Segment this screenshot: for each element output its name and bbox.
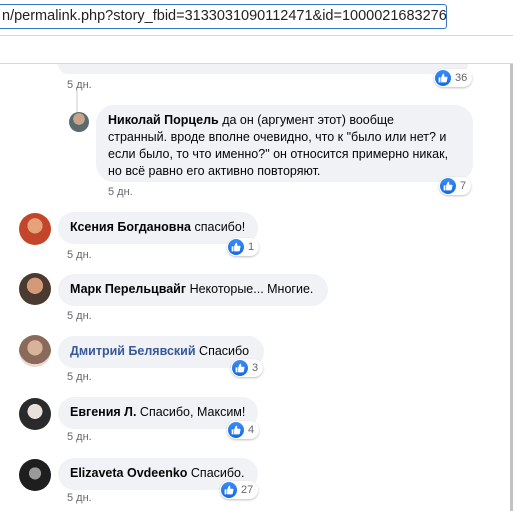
comment-reactions[interactable]: 4	[227, 421, 260, 439]
reply-bubble: Николай Порцель да он (аргумент этот) во…	[96, 105, 473, 182]
reply-time[interactable]: 5 дн.	[108, 186, 133, 198]
comment-author[interactable]: Марк Перельцвайг	[70, 282, 186, 296]
reply-reactions[interactable]: 7	[439, 177, 472, 195]
comment-text: Спасибо.	[190, 466, 245, 480]
comment-reactions[interactable]: 3	[231, 359, 264, 377]
comment-author[interactable]: Elizaveta Ovdeenko	[70, 466, 187, 480]
comment-author[interactable]: Дмитрий Белявский	[70, 344, 196, 358]
reply-text-line-3: если было, то что именно?" он относится …	[108, 147, 449, 161]
comment-time[interactable]: 5 дн.	[67, 431, 92, 443]
url-suggestions-panel	[0, 36, 513, 64]
comment-text: Спасибо, Максим!	[139, 405, 246, 419]
comment-time[interactable]: 5 дн.	[67, 79, 92, 91]
comment-author[interactable]: Ксения Богдановна	[70, 220, 191, 234]
reactions-number: 36	[455, 72, 468, 84]
reply-text-line-4: но всё равно его активно повторяют.	[108, 164, 321, 178]
comment-time[interactable]: 5 дн.	[67, 310, 92, 322]
like-icon	[221, 482, 237, 498]
like-icon	[228, 239, 244, 255]
like-icon	[228, 422, 244, 438]
reply-text-line-2: странный. вроде вполне очевидно, что к "…	[108, 130, 447, 144]
comment-reactions[interactable]: 1	[227, 238, 260, 256]
like-icon	[435, 70, 451, 86]
comment-text: Некоторые... Многие.	[189, 282, 314, 296]
reactions-count[interactable]: 36	[434, 69, 473, 87]
like-icon	[440, 178, 456, 194]
url-input[interactable]: n/permalink.php?story_fbid=3133031090112…	[0, 4, 447, 29]
reactions-number: 1	[248, 241, 255, 253]
address-bar: n/permalink.php?story_fbid=3133031090112…	[0, 0, 513, 36]
avatar-mark[interactable]	[19, 273, 51, 305]
avatar-kseniya[interactable]	[19, 213, 51, 245]
reactions-number: 27	[241, 484, 254, 496]
like-icon	[232, 360, 248, 376]
comment-author[interactable]: Евгения Л.	[70, 405, 136, 419]
url-text: n/permalink.php?story_fbid=3133031090112…	[2, 8, 447, 24]
avatar-dmitry[interactable]	[19, 335, 51, 367]
comment-bubble: Марк Перельцвайг Некоторые... Многие.	[58, 274, 328, 306]
reactions-number: 4	[248, 424, 255, 436]
comment-time[interactable]: 5 дн.	[67, 371, 92, 383]
comment-bubble: Ксения Богдановна спасибо!	[58, 212, 258, 244]
avatar-elizaveta[interactable]	[19, 459, 51, 491]
previous-comment-bubble	[58, 64, 468, 74]
comment-text: Спасибо	[199, 344, 250, 358]
comment-time[interactable]: 5 дн.	[67, 249, 92, 261]
reactions-number: 7	[460, 180, 467, 192]
comment-text: спасибо!	[194, 220, 246, 234]
reactions-number: 3	[252, 362, 259, 374]
avatar-evgeniya[interactable]	[19, 398, 51, 430]
comment-time[interactable]: 5 дн.	[67, 492, 92, 504]
reply-author[interactable]: Николай Порцель	[108, 113, 219, 127]
comment-reactions[interactable]: 27	[220, 481, 259, 499]
reply-text-line-1: да он (аргумент этот) вообще	[222, 113, 395, 127]
avatar-nikolai[interactable]	[69, 112, 89, 132]
